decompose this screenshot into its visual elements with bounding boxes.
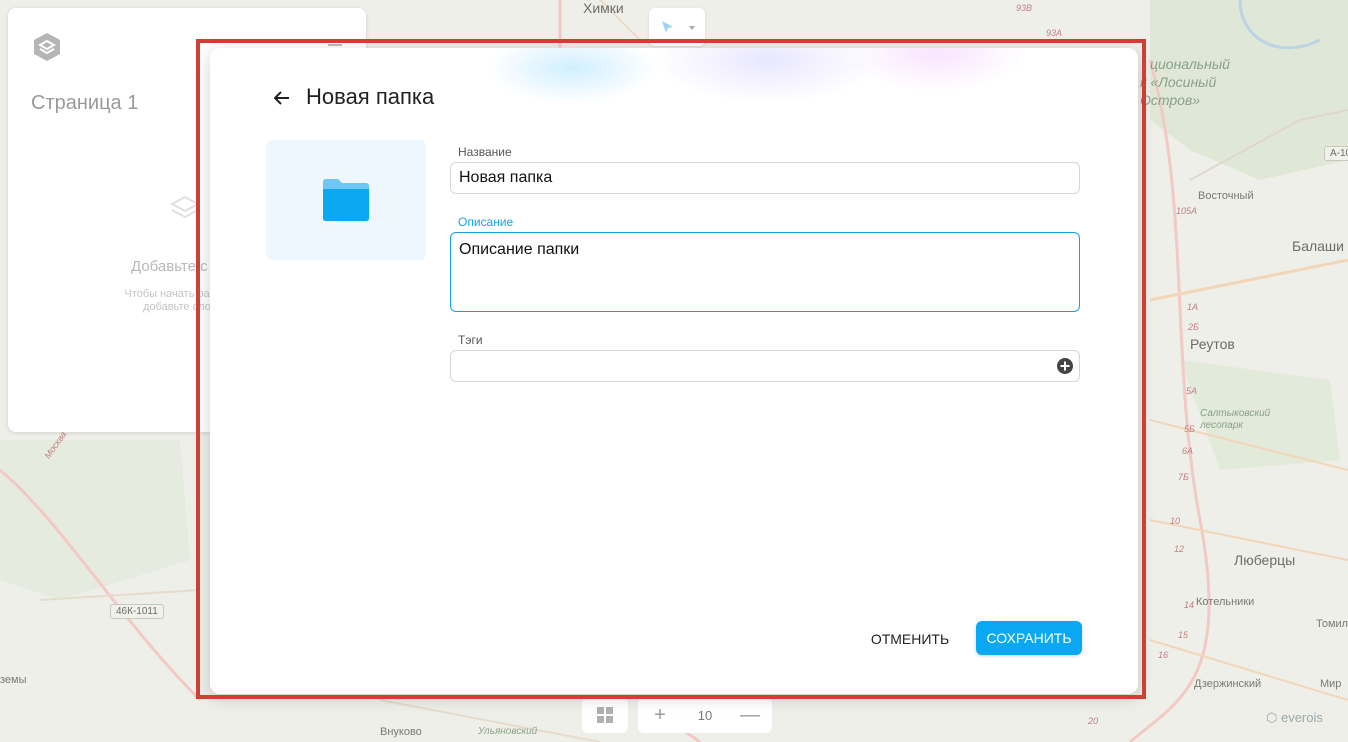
map-label-dzerzhinsky: Дзержинский — [1194, 678, 1262, 690]
road-number: 15 — [1178, 630, 1189, 640]
map-label-tomilino: Томил — [1316, 618, 1348, 630]
header-glow — [460, 48, 1020, 158]
new-folder-dialog: Новая папка Название Описание Описание п… — [210, 48, 1138, 694]
tags-label: Тэги — [458, 333, 483, 347]
zoom-out-button[interactable]: — — [728, 704, 772, 727]
back-arrow-icon — [274, 91, 289, 105]
brand-logo: ⬡ everois — [1266, 710, 1323, 725]
road-number: 12 — [1174, 544, 1185, 554]
road-number: 5Б — [1184, 424, 1195, 434]
folder-preview[interactable] — [266, 140, 426, 260]
zoom-in-button[interactable]: + — [638, 704, 682, 727]
name-input[interactable] — [450, 162, 1080, 194]
map-label-vnukovo: Внуково — [380, 726, 422, 738]
page-title: Страница 1 — [31, 92, 139, 114]
map-label-kotelniki: Котельники — [1196, 596, 1255, 608]
zoom-level: 10 — [697, 707, 713, 723]
road-number: 14 — [1184, 600, 1195, 610]
road-number: 6А — [1182, 446, 1194, 456]
cancel-button[interactable]: ОТМЕНИТЬ — [862, 622, 958, 656]
map-label-zemy: земы — [0, 674, 27, 686]
road-number: 16 — [1158, 650, 1169, 660]
map-label-ulyanovsky: Ульяновский — [478, 726, 538, 737]
road-number: 105А — [1176, 206, 1198, 216]
map-label-losiny-3: Остров» — [1140, 92, 1201, 108]
menu-icon[interactable] — [328, 44, 342, 46]
road-number: 20 — [1088, 716, 1099, 726]
zoom-control: + 10 — — [638, 697, 772, 733]
map-label-saltykovsky: Салтыковский лесопарк — [1200, 408, 1271, 431]
map-label-lyubertsy: Люберцы — [1234, 552, 1296, 568]
layers-illustration-icon — [170, 195, 200, 219]
map-label-vostochny: Восточный — [1198, 190, 1254, 202]
back-button[interactable] — [270, 86, 294, 110]
select-tool-button[interactable] — [649, 8, 705, 46]
folder-icon — [323, 179, 369, 221]
name-label: Название — [458, 145, 512, 159]
road-shield-a10: А-10 — [1324, 146, 1348, 161]
empty-state-title: Добавьте с — [131, 258, 208, 275]
tags-input[interactable] — [450, 350, 1080, 382]
map-label-balashikha: Балаши — [1292, 238, 1344, 254]
road-number: 5А — [1186, 386, 1198, 396]
map-label-reutov: Реутов — [1190, 336, 1235, 352]
map-label-khimki: Химки — [583, 0, 624, 16]
road-number: 2Б — [1188, 322, 1199, 332]
road-number: 7Б — [1178, 472, 1189, 482]
save-button[interactable]: СОХРАНИТЬ — [976, 621, 1082, 655]
cursor-icon — [662, 21, 695, 33]
road-number: 93В — [1016, 3, 1033, 13]
logo-icon — [34, 33, 60, 61]
description-input[interactable]: Описание папки — [450, 232, 1080, 312]
map-label-losiny-2: к «Лосиный — [1140, 74, 1217, 90]
brand-name: everois — [1280, 710, 1323, 725]
road-shield: 46К-1011 — [110, 604, 164, 619]
map-label-losiny-1: циональный — [1150, 56, 1230, 72]
description-label: Описание — [458, 215, 514, 229]
dialog-title: Новая папка — [306, 84, 435, 109]
road-number: 10 — [1170, 516, 1181, 526]
add-tag-icon[interactable] — [1056, 357, 1074, 375]
grid-button[interactable] — [582, 697, 628, 733]
grid-icon — [597, 707, 613, 723]
road-number: 93А — [1046, 28, 1063, 38]
map-label-mir: Мир — [1320, 678, 1342, 690]
road-number: 1А — [1187, 302, 1199, 312]
